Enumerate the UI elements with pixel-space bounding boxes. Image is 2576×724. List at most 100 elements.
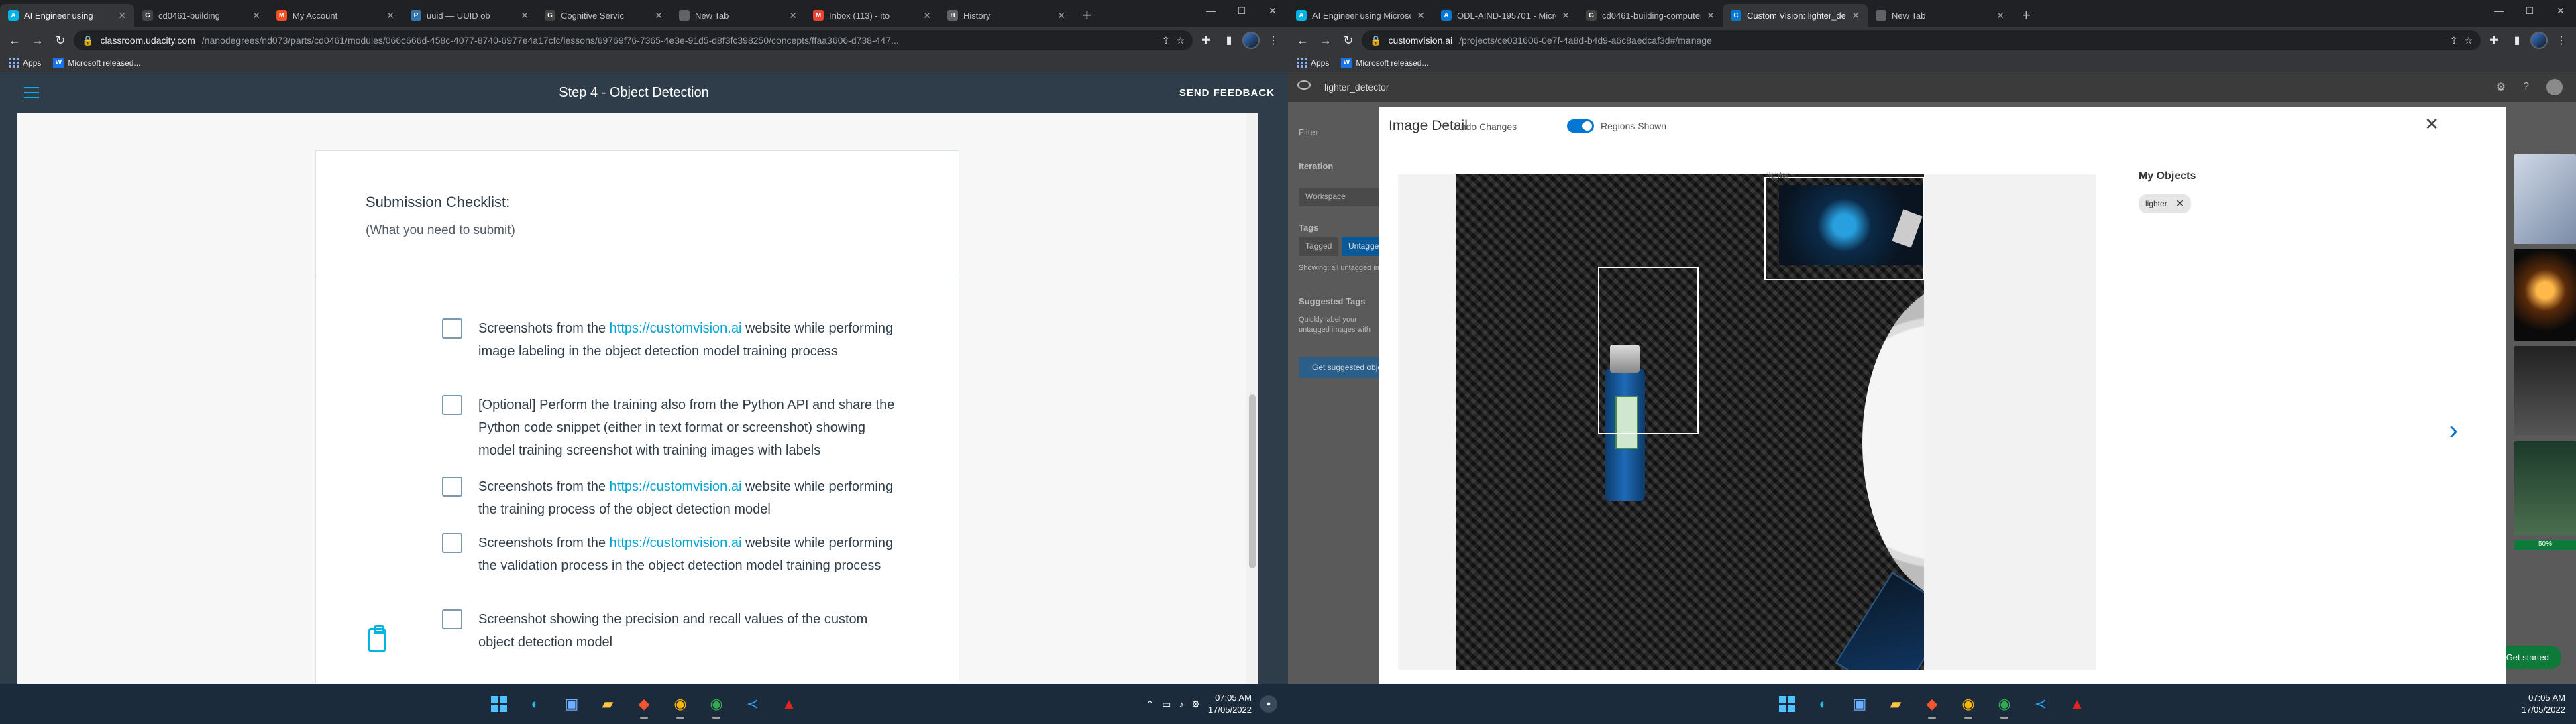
sidepanel-icon[interactable]: ▮ [2508, 31, 2526, 50]
get-suggested-objects-button[interactable]: Get suggested objects [1299, 357, 1379, 378]
maximize-icon[interactable]: ☐ [1226, 0, 1257, 21]
extensions-icon[interactable]: ✚ [1197, 31, 1216, 50]
customvision-link[interactable]: https://customvision.ai [610, 479, 742, 494]
eye-icon[interactable] [1297, 80, 1311, 90]
browser-tab[interactable]: New Tab ✕ [1868, 4, 2012, 27]
back-icon[interactable]: ← [1293, 31, 1312, 50]
thumbnail[interactable] [2514, 346, 2576, 436]
notification-badge[interactable]: ● [1260, 695, 1277, 713]
settings-icon[interactable]: ⚙ [1191, 699, 1200, 710]
bookmark-star-icon[interactable]: ☆ [1176, 35, 1185, 46]
new-tab-button[interactable]: + [2012, 4, 2040, 27]
close-window-icon[interactable]: ✕ [1257, 0, 1288, 21]
tab-close-icon[interactable]: ✕ [1057, 10, 1065, 21]
vscode-icon[interactable]: ≺ [738, 689, 767, 719]
checkbox[interactable] [442, 477, 462, 497]
bookmark-apps[interactable]: Apps [1297, 58, 1329, 68]
chrome-icon[interactable]: ◉ [1953, 689, 1983, 719]
browser-tab[interactable]: A AI Engineer using ✕ [0, 4, 134, 27]
browser-tab[interactable]: M My Account ✕ [268, 4, 402, 27]
address-bar[interactable]: 🔒 classroom.udacity.com/nanodegrees/nd07… [74, 30, 1193, 50]
browser-tab[interactable]: A ODL-AIND-195701 - Microsoft A ✕ [1433, 4, 1578, 27]
bounding-box[interactable] [1598, 267, 1699, 434]
file-explorer-icon[interactable]: ▰ [593, 689, 623, 719]
browser-tab[interactable]: New Tab ✕ [671, 4, 805, 27]
tab-close-icon[interactable]: ✕ [1707, 10, 1715, 21]
tab-close-icon[interactable]: ✕ [655, 10, 663, 21]
undo-changes-button[interactable]: ↶ Undo Changes [1441, 121, 1517, 132]
chrome-alt-icon[interactable]: ◉ [702, 689, 731, 719]
tab-close-icon[interactable]: ✕ [252, 10, 260, 21]
user-avatar[interactable] [2546, 79, 2563, 95]
scrollbar[interactable] [1246, 113, 1258, 684]
maximize-icon[interactable]: ☐ [2514, 0, 2545, 21]
start-button[interactable] [484, 689, 514, 719]
share-icon[interactable]: ⇪ [2450, 35, 2458, 46]
extensions-icon[interactable]: ✚ [2485, 31, 2504, 50]
reload-icon[interactable]: ↻ [51, 31, 70, 50]
bbox-label[interactable]: lighter [1767, 170, 1789, 180]
share-icon[interactable]: ⇪ [1162, 35, 1170, 46]
bookmark-star-icon[interactable]: ☆ [2464, 35, 2473, 46]
browser-tab[interactable]: G Cognitive Servic ✕ [537, 4, 671, 27]
detection-image[interactable] [1456, 174, 1924, 670]
chevron-up-icon[interactable]: ⌃ [1146, 699, 1154, 710]
thumbnail[interactable] [2514, 154, 2576, 244]
filter-button[interactable]: Filter [1299, 127, 1318, 137]
close-icon[interactable]: ✕ [2424, 114, 2439, 135]
store-icon[interactable]: ▣ [557, 689, 586, 719]
acrobat-icon[interactable]: ▲ [774, 689, 804, 719]
clock[interactable]: 07:05 AM 17/05/2022 [1208, 692, 1252, 716]
forward-icon[interactable]: → [1316, 31, 1335, 50]
acrobat-icon[interactable]: ▲ [2062, 689, 2092, 719]
edge-icon[interactable]: ◐ [1809, 689, 1838, 719]
browser-tab[interactable]: Puuid — UUID ob ✕ [402, 4, 537, 27]
project-name[interactable]: lighter_detector [1324, 82, 1389, 93]
iteration-select[interactable]: Workspace [1299, 188, 1379, 206]
start-button[interactable] [1772, 689, 1802, 719]
volume-icon[interactable]: ♪ [1179, 699, 1183, 709]
forward-icon[interactable]: → [28, 31, 47, 50]
bookmark-apps[interactable]: Apps [9, 58, 41, 68]
tab-close-icon[interactable]: ✕ [521, 10, 529, 21]
minimize-icon[interactable]: — [1195, 0, 1226, 21]
help-icon[interactable]: ? [2523, 81, 2529, 93]
checkbox[interactable] [442, 533, 462, 553]
checkbox[interactable] [442, 395, 462, 415]
next-image-icon[interactable]: › [2449, 416, 2458, 446]
profile-avatar[interactable] [2530, 32, 2548, 49]
profile-avatar[interactable] [1242, 32, 1260, 49]
thumbnail[interactable] [2514, 249, 2576, 341]
reload-icon[interactable]: ↻ [1339, 31, 1358, 50]
browser-tab[interactable]: A AI Engineer using Microsoft Azu ✕ [1288, 4, 1433, 27]
tab-close-icon[interactable]: ✕ [386, 10, 394, 21]
bookmark-microsoft[interactable]: W Microsoft released... [1341, 57, 1428, 68]
thumbnail[interactable] [2514, 441, 2576, 535]
customvision-link[interactable]: https://customvision.ai [610, 321, 742, 336]
back-icon[interactable]: ← [5, 31, 24, 50]
browser-tab[interactable]: M Inbox (113) - ito ✕ [805, 4, 939, 27]
tab-close-icon[interactable]: ✕ [1562, 10, 1570, 21]
menu-icon[interactable]: ⋮ [2552, 31, 2571, 50]
tab-close-icon[interactable]: ✕ [1996, 10, 2004, 21]
tab-close-icon[interactable]: ✕ [789, 10, 797, 21]
untagged-tab[interactable]: Untagged [1342, 237, 1379, 256]
tagged-tab[interactable]: Tagged [1299, 237, 1339, 256]
browser-tab[interactable]: Gcd0461-building ✕ [134, 4, 268, 27]
toggle-switch[interactable] [1567, 119, 1594, 133]
chrome-icon[interactable]: ◉ [665, 689, 695, 719]
scrollbar-thumb[interactable] [1249, 394, 1256, 568]
remove-tag-icon[interactable]: ✕ [2176, 197, 2184, 210]
checkbox[interactable] [442, 318, 462, 339]
regions-toggle[interactable]: Regions Shown [1567, 119, 1666, 133]
file-explorer-icon[interactable]: ▰ [1881, 689, 1911, 719]
new-tab-button[interactable]: + [1073, 4, 1101, 27]
brave-icon[interactable]: ◆ [1917, 689, 1947, 719]
settings-icon[interactable]: ⚙ [2496, 80, 2506, 94]
tab-close-icon[interactable]: ✕ [118, 10, 126, 21]
close-window-icon[interactable]: ✕ [2545, 0, 2576, 21]
bounding-box[interactable] [1764, 177, 1924, 280]
address-bar[interactable]: 🔒 customvision.ai/projects/ce031606-0e7f… [1362, 30, 2481, 50]
minimize-icon[interactable]: — [2483, 0, 2514, 21]
vscode-icon[interactable]: ≺ [2026, 689, 2055, 719]
